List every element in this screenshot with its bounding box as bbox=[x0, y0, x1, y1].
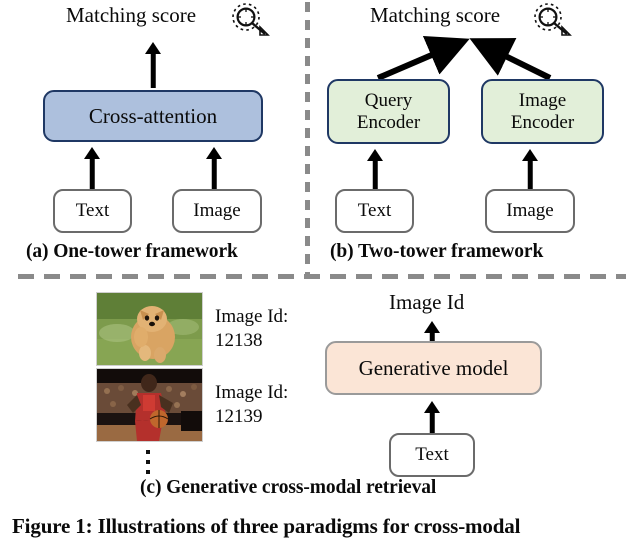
panel-a-arrow-text bbox=[83, 147, 101, 189]
cross-attention-label: Cross-attention bbox=[88, 103, 218, 128]
panel-a-output-label: Matching score bbox=[66, 3, 197, 27]
figure-caption: Figure 1: Illustrations of three paradig… bbox=[12, 514, 521, 538]
panel-b-output-group: Matching score bbox=[370, 3, 572, 36]
panel-b-input-image: Image bbox=[485, 189, 575, 233]
panel-a-input-text: Text bbox=[53, 189, 132, 233]
cross-attention-box: Cross-attention bbox=[43, 90, 263, 142]
corpus-thumbnail-basketball bbox=[96, 368, 203, 442]
panel-c-input-text: Text bbox=[389, 433, 475, 477]
corpus-row-2-id-value: 12139 bbox=[215, 406, 263, 427]
panel-a-input-image-label: Image bbox=[193, 199, 241, 221]
panel-b-arrow-image bbox=[521, 149, 539, 189]
corpus-row-2-id: Image Id: 12139 bbox=[215, 381, 288, 429]
corpus-row-2-id-label: Image Id: bbox=[215, 382, 289, 404]
query-encoder-label-line1: Query bbox=[364, 90, 413, 112]
corpus-row-1: Image Id: 12138 bbox=[96, 292, 288, 366]
magnifier-icon bbox=[227, 2, 273, 38]
panel-a-sublabel: (a) One-tower framework bbox=[26, 241, 238, 262]
panel-a-input-image: Image bbox=[172, 189, 262, 233]
generative-model-label: Generative model bbox=[358, 355, 509, 380]
panel-a-output-group: Matching score bbox=[66, 3, 270, 36]
panel-b-output-label: Matching score bbox=[370, 3, 501, 27]
panel-a-input-text-label: Text bbox=[75, 199, 110, 221]
panel-b-input-image-label: Image bbox=[506, 199, 554, 221]
query-encoder-label-line2: Encoder bbox=[356, 111, 421, 133]
panel-a-arrow-image bbox=[205, 147, 223, 189]
image-encoder-label-line1: Image bbox=[518, 90, 567, 112]
panel-b-input-text-label: Text bbox=[357, 199, 392, 221]
generative-model-box: Generative model bbox=[325, 341, 542, 395]
corpus-row-2: Image Id: 12139 bbox=[96, 368, 288, 442]
panel-c-input-text-label: Text bbox=[415, 443, 449, 465]
query-encoder-box: Query Encoder bbox=[327, 79, 450, 144]
panel-b-arrow-text bbox=[366, 149, 384, 189]
panel-c-output-label: Image Id bbox=[389, 290, 465, 314]
corpus-row-1-id: Image Id: 12138 bbox=[215, 305, 288, 353]
image-encoder-label-line2: Encoder bbox=[510, 111, 575, 133]
panel-generative: Image Id: 12138 Image Id: 12139 Image Id… bbox=[0, 279, 640, 509]
panel-two-tower: Matching score Query Encoder Image Encod… bbox=[310, 0, 640, 274]
panel-one-tower: Matching score Cross-attention Text Imag… bbox=[0, 0, 305, 274]
figure-root: Matching score Cross-attention Text Imag… bbox=[0, 0, 640, 540]
panel-c-arrow-from-text bbox=[423, 401, 441, 433]
panel-c-sublabel: (c) Generative cross-modal retrieval bbox=[140, 477, 437, 498]
corpus-thumbnail-dog bbox=[96, 292, 203, 366]
corpus-row-1-id-label: Image Id: bbox=[215, 306, 289, 328]
corpus-more-ellipsis-icon bbox=[146, 450, 150, 480]
corpus-row-1-id-value: 12138 bbox=[215, 330, 263, 351]
panel-b-sublabel: (b) Two-tower framework bbox=[330, 241, 544, 262]
panel-b-input-text: Text bbox=[335, 189, 414, 233]
panel-a-arrow-to-output bbox=[144, 42, 162, 88]
image-encoder-box: Image Encoder bbox=[481, 79, 604, 144]
